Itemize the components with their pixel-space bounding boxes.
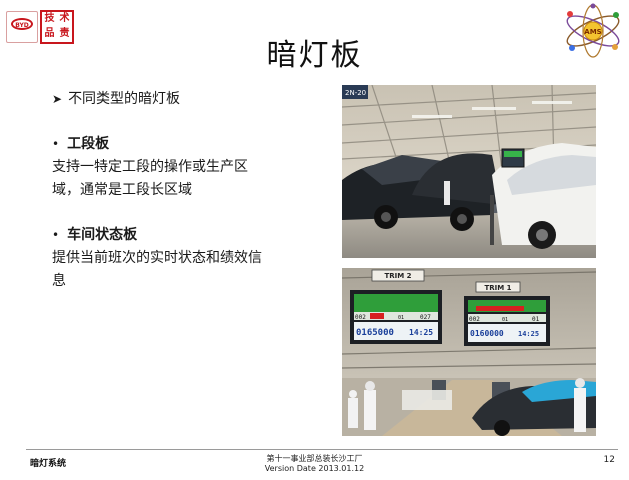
footer-version-date: Version Date 2013.01.12 <box>264 464 365 473</box>
board-value: 002 <box>355 314 366 321</box>
content-list: ➤ 不同类型的暗灯板 • 工段板 支持一特定工段的操作或生产区域，通常是工段长区… <box>52 88 272 293</box>
board-value: 01 <box>398 315 404 321</box>
section-heading: • 车间状态板 <box>52 224 272 247</box>
board-counter: 0165000 <box>356 328 394 338</box>
byd-logo-mark: BYD <box>11 18 33 30</box>
station-sign: 2N-20 <box>345 89 366 97</box>
seal-char: 技 <box>44 13 55 24</box>
footer-divider <box>26 449 618 450</box>
assembly-line-photo: 2N-20 <box>342 85 596 258</box>
section-title: 工段板 <box>67 136 110 152</box>
footer-organization: 第十一事业部总装长沙工厂 <box>266 454 363 463</box>
bullet-dot-icon: • <box>52 228 60 242</box>
board-sign: TRIM 1 <box>484 284 511 292</box>
board-counter: 0160000 <box>470 329 504 338</box>
board-sign: TRIM 2 <box>384 272 411 280</box>
slide-title: 暗灯板 <box>266 38 363 73</box>
slide: BYD 技 术 品 责 AMS 暗灯板 ➤ 不同类型的暗灯板 • 工段板 支持一… <box>0 0 629 480</box>
board-time: 14:25 <box>409 328 433 337</box>
intro-bullet: ➤ 不同类型的暗灯板 <box>52 88 272 111</box>
arrow-bullet-icon: ➤ <box>52 92 63 106</box>
intro-text: 不同类型的暗灯板 <box>68 91 181 107</box>
board-value: 01 <box>502 317 508 323</box>
section-description: 提供当前班次的实时状态和绩效信息 <box>52 250 262 289</box>
board-value: 002 <box>469 316 480 323</box>
andon-board-photo: TRIM 2 002 01 027 0165000 14:25 TRIM 1 0… <box>342 268 596 436</box>
board-value: 01 <box>532 316 540 323</box>
seal-char: 术 <box>59 13 70 24</box>
board-value: 027 <box>420 314 431 321</box>
section-description: 支持一特定工段的操作或生产区域，通常是工段长区域 <box>52 159 248 198</box>
section-heading: • 工段板 <box>52 133 272 156</box>
board-time: 14:25 <box>518 330 539 338</box>
footer-center: 第十一事业部总装长沙工厂 Version Date 2013.01.12 <box>0 454 629 474</box>
bullet-dot-icon: • <box>52 137 60 151</box>
section-title: 车间状态板 <box>67 227 138 243</box>
page-number: 12 <box>603 455 615 465</box>
